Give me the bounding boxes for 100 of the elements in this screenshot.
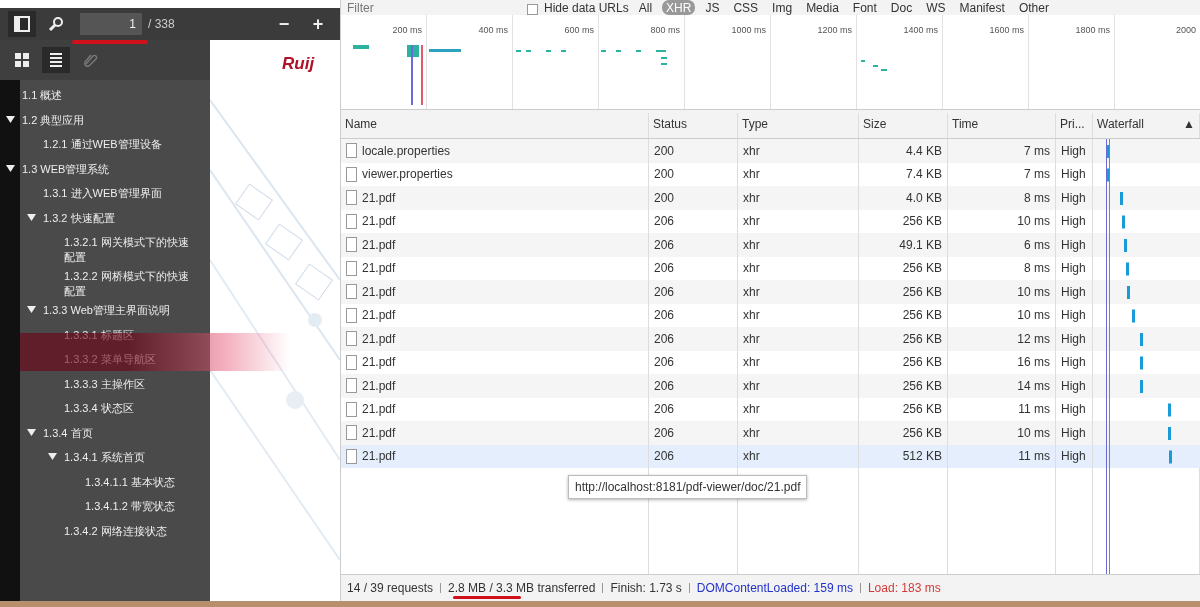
outline-item[interactable]: 1.3.4.2 网络连接状态 [0,519,196,544]
column-header[interactable]: Type [738,113,859,138]
column-header[interactable]: Status [649,113,738,138]
file-icon [346,425,357,441]
zoom-out-button[interactable]: − [270,11,298,37]
request-row[interactable]: locale.properties 200 xhr 4.4 KB 7 ms High [341,139,1200,163]
request-row[interactable]: 21.pdf 200 xhr 4.0 KB 8 ms High [341,186,1200,210]
table-cell: 206 [649,327,738,351]
file-icon [346,143,357,159]
outline-item[interactable]: 1.2 典型应用 [0,108,196,133]
table-cell: xhr [738,444,859,468]
table-cell: 512 KB [859,444,948,468]
column-header[interactable]: Time [948,113,1056,138]
status-text: DOMContentLoaded: 159 ms [696,581,853,595]
table-cell: 12 ms [948,327,1056,351]
tick-label: 1000 ms [731,25,766,35]
expanded-triangle-icon[interactable] [27,305,36,313]
type-filter-button[interactable]: Img [768,0,797,15]
tick-label: 1200 ms [817,25,852,35]
request-row[interactable]: 21.pdf 206 xhr 256 KB 10 ms High [341,421,1200,445]
expanded-triangle-icon[interactable] [27,212,36,221]
file-name: 21.pdf [362,308,396,323]
file-name: 21.pdf [362,449,396,464]
file-name: 21.pdf [362,190,396,205]
checkbox[interactable] [527,4,538,15]
tick-label: 600 ms [564,25,594,35]
outline-item[interactable]: 1.2.1 通过WEB管理设备 [0,133,196,158]
table-cell: High [1056,421,1093,445]
request-row[interactable]: 21.pdf 206 xhr 49.1 KB 6 ms High [341,233,1200,257]
tick-label: 200 ms [392,25,422,35]
tick-label: 2000 [1175,25,1196,35]
outline-item[interactable]: 1.3.3.4 状态区 [0,397,196,422]
table-cell: 206 [649,280,738,304]
outline-item[interactable]: 1.3.2 快速配置 [0,206,196,231]
table-cell: 206 [649,233,738,257]
file-name: 21.pdf [362,261,396,276]
table-cell: High [1056,374,1093,398]
outline-item[interactable]: 1.3.4.1.1 基本状态 [0,470,196,495]
sidebar-icon [14,16,30,32]
type-filter-button[interactable]: Font [848,0,881,15]
column-header[interactable]: Waterfall ▲ [1093,113,1200,138]
page-number-field[interactable]: 1 [80,13,142,35]
file-name: 21.pdf [362,355,396,370]
checkbox-label: Hide data URLs [544,1,629,15]
table-cell: 4.0 KB [859,186,948,210]
table-cell: 206 [649,421,738,445]
outline-item[interactable]: 1.3.1 进入WEB管理界面 [0,182,196,207]
request-row[interactable]: 21.pdf 206 xhr 512 KB 11 ms High [341,444,1200,468]
type-filter-button[interactable]: All [634,0,657,15]
expanded-triangle-icon[interactable] [27,427,36,436]
tick-label: 400 ms [478,25,508,35]
type-filter-button[interactable]: Doc [886,0,917,15]
table-cell: 7 ms [948,139,1056,163]
expanded-triangle-icon[interactable] [6,163,15,172]
expanded-triangle-icon[interactable] [48,452,57,460]
tick-label: 800 ms [650,25,680,35]
table-cell: xhr [738,374,859,398]
file-icon [346,401,357,417]
type-filter-button[interactable]: Other [1014,0,1053,15]
file-name: 21.pdf [362,214,396,229]
outline-item[interactable]: 1.3.2.1 网关模式下的快速配置 [0,231,196,265]
file-name: 21.pdf [362,237,396,252]
type-filter-button[interactable]: CSS [729,0,763,15]
type-filter-button[interactable]: Media [802,0,843,15]
status-text: Finish: 1.73 s [610,581,682,595]
type-filter-button[interactable]: WS [922,0,950,15]
outline-item[interactable]: 1.3.2.2 网桥模式下的快速配置 [0,265,196,299]
outline-item[interactable]: 1.1 概述 [0,84,196,109]
outline-item[interactable]: 1.3.4 首页 [0,421,196,446]
outline-item[interactable]: 1.3.4.1 系统首页 [0,446,196,471]
column-header[interactable]: Pri... [1056,113,1093,138]
search-icon [48,16,64,32]
table-cell: 206 [649,444,738,468]
table-cell: 10 ms [948,421,1056,445]
status-text: 2.8 MB / 3.3 MB transferred [448,581,596,595]
outline-item[interactable]: 1.3.3 Web管理主界面说明 [0,299,196,324]
zoom-in-button[interactable]: + [304,11,332,37]
file-name: viewer.properties [362,167,453,182]
sidebar-toggle-button[interactable] [8,11,36,37]
sidebar-tab[interactable] [42,47,70,73]
type-filter-button[interactable]: JS [701,0,724,15]
expanded-triangle-icon[interactable] [6,114,15,123]
page-count: / 338 [148,17,175,31]
logo: Ruij [282,54,315,74]
tooltip: http://localhost:8181/pdf-viewer/doc/21.pdf [568,475,808,499]
column-header[interactable]: Size [859,113,948,138]
request-row[interactable]: 21.pdf 206 xhr 256 KB 10 ms High [341,280,1200,304]
table-cell: xhr [738,139,859,163]
type-filter-button[interactable]: Manifest [955,0,1009,15]
file-icon [346,448,357,464]
column-header[interactable]: Name [341,113,649,138]
table-cell: xhr [738,186,859,210]
request-row[interactable]: 21.pdf 206 xhr 256 KB 14 ms High [341,374,1200,398]
outline-item[interactable]: 1.3.4.1.2 带宽状态 [0,495,196,520]
request-row[interactable]: 21.pdf 206 xhr 256 KB 12 ms High [341,327,1200,351]
table-cell: 256 KB [859,327,948,351]
outline-item[interactable]: 1.3.3.3 主操作区 [0,372,196,397]
table-cell: xhr [738,421,859,445]
outline-item[interactable]: 1.3 WEB管理系统 [0,157,196,182]
table-cell: 11 ms [948,444,1056,468]
